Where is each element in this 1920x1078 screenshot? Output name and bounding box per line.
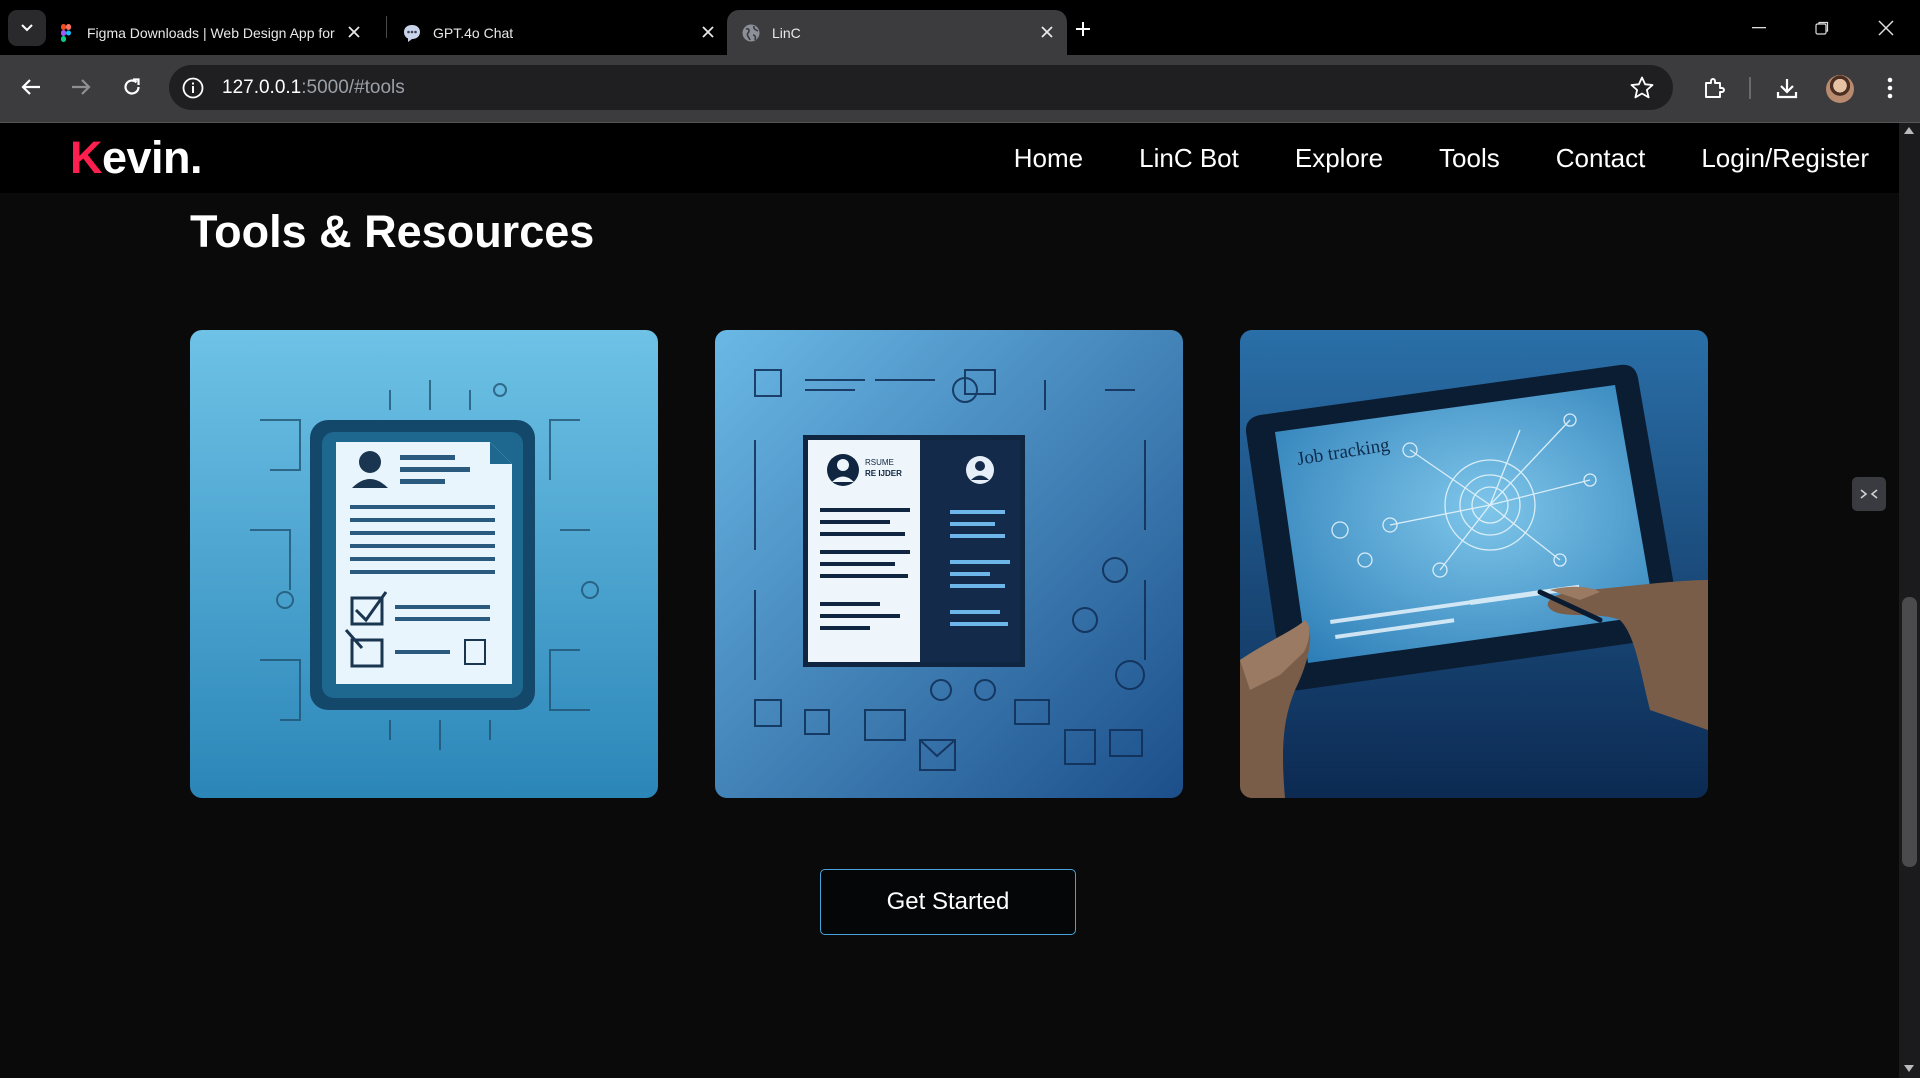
card-2-text-1: RSUME [865,458,894,467]
plus-icon [1076,22,1090,36]
close-window-button[interactable] [1868,12,1904,44]
resume-document-illustration [190,330,658,798]
nav-linc-bot[interactable]: LinC Bot [1139,143,1239,174]
site-logo[interactable]: Kevin. [70,132,203,184]
close-tab-button[interactable] [698,22,718,42]
scroll-down-arrow[interactable] [1904,1065,1914,1072]
nav-contact[interactable]: Contact [1556,143,1646,174]
tool-card-resume[interactable] [190,330,658,798]
arrow-left-icon [21,79,40,95]
close-icon [348,26,360,38]
tab-separator [386,16,387,38]
tool-card-job-tracking[interactable]: Job tracking [1240,330,1708,798]
browser-toolbar: 127.0.0.1:5000/#tools [0,55,1920,123]
resume-builder-illustration: RSUME RE IJDER [715,330,1183,798]
site-info-icon[interactable] [181,76,205,100]
reload-button[interactable] [114,69,150,105]
chat-bubble-icon [404,24,420,42]
job-tracking-tablet-illustration: Job tracking [1240,330,1708,798]
close-icon [1041,26,1053,38]
close-tab-button[interactable] [1037,22,1057,42]
nav-login-register[interactable]: Login/Register [1701,143,1869,174]
back-button[interactable] [13,69,49,105]
site-header: Kevin. Home LinC Bot Explore Tools Conta… [0,123,1899,193]
nav-tools[interactable]: Tools [1439,143,1500,174]
browser-tab-linc[interactable]: LinC [727,10,1067,55]
tab-title: LinC [772,24,801,41]
section-title: Tools & Resources [190,206,595,257]
close-tab-button[interactable] [344,22,364,42]
get-started-button[interactable]: Get Started [820,869,1076,935]
chevron-down-icon [21,24,33,32]
floating-widget-button[interactable] [1852,477,1886,511]
nav-explore[interactable]: Explore [1295,143,1383,174]
downloads-button[interactable] [1772,73,1802,103]
page-scrollbar[interactable] [1899,123,1920,1078]
tab-search-button[interactable] [8,10,46,46]
extensions-button[interactable] [1699,73,1729,103]
address-bar[interactable]: 127.0.0.1:5000/#tools [169,65,1673,110]
url-host: 127.0.0.1 [222,77,302,98]
logo-text: evin. [102,132,203,183]
site-nav-links: Home LinC Bot Explore Tools Contact Logi… [958,143,1869,174]
minimize-icon [1752,27,1766,29]
web-page: Kevin. Home LinC Bot Explore Tools Conta… [0,123,1899,1078]
browser-tab-figma[interactable]: Figma Downloads | Web Design App for D [56,10,376,55]
scroll-thumb[interactable] [1902,597,1917,867]
profile-avatar[interactable] [1826,75,1854,103]
minimize-button[interactable] [1741,12,1777,44]
tool-card-resume-builder[interactable]: RSUME RE IJDER [715,330,1183,798]
logo-accent-letter: K [70,132,103,183]
toolbar-separator [1749,77,1751,99]
tab-title: GPT.4o Chat [433,24,514,41]
puzzle-icon [1705,78,1725,98]
new-tab-button[interactable] [1068,14,1098,44]
close-icon [702,26,714,38]
browser-tab-strip: Figma Downloads | Web Design App for D G… [0,0,1920,55]
forward-button[interactable] [63,69,99,105]
figma-icon [61,23,71,42]
browser-menu-button[interactable] [1875,73,1905,103]
bookmark-star-icon[interactable] [1629,75,1655,101]
download-icon [1776,79,1798,99]
restore-icon [1815,21,1829,35]
close-icon [1878,20,1894,36]
tab-title: Figma Downloads | Web Design App for D [87,24,337,41]
browser-tab-gpt[interactable]: GPT.4o Chat [392,10,722,55]
url-text[interactable]: 127.0.0.1:5000/#tools [222,77,405,99]
card-2-text-2: RE IJDER [865,469,902,478]
arrow-right-icon [72,79,91,95]
scroll-up-arrow[interactable] [1904,127,1914,134]
collapse-arrows-icon [1860,489,1878,499]
url-path: :5000/#tools [301,77,405,98]
globe-icon [742,24,760,41]
reload-icon [124,78,140,95]
nav-home[interactable]: Home [1014,143,1083,174]
more-vertical-icon [1887,77,1893,99]
restore-button[interactable] [1804,12,1840,44]
